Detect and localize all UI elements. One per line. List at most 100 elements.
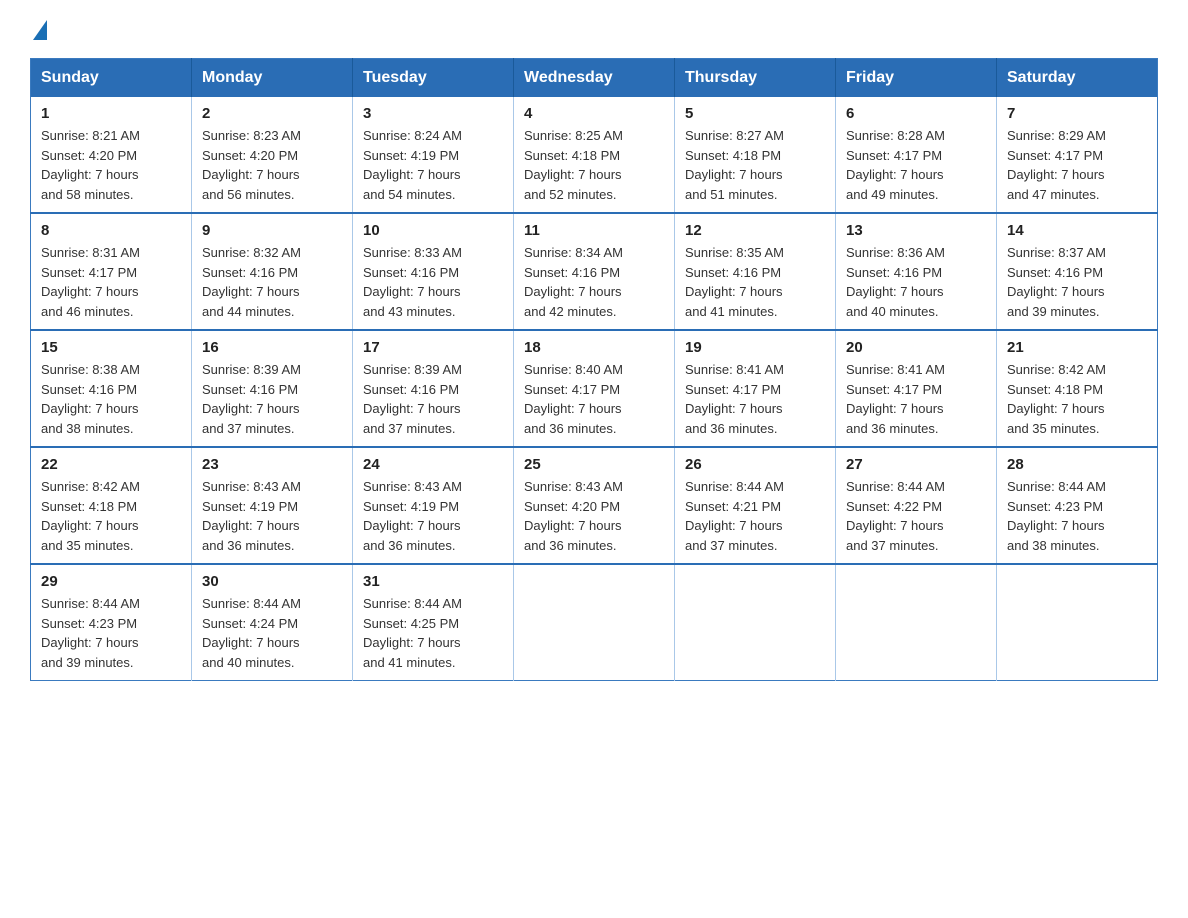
day-number: 27 <box>846 456 986 473</box>
day-info: Sunrise: 8:39 AM Sunset: 4:16 PM Dayligh… <box>202 360 342 438</box>
calendar-body: 1 Sunrise: 8:21 AM Sunset: 4:20 PM Dayli… <box>31 97 1158 681</box>
calendar-day-cell: 6 Sunrise: 8:28 AM Sunset: 4:17 PM Dayli… <box>836 97 997 213</box>
calendar-day-cell: 15 Sunrise: 8:38 AM Sunset: 4:16 PM Dayl… <box>31 330 192 447</box>
weekday-header-tuesday: Tuesday <box>353 59 514 98</box>
day-number: 20 <box>846 339 986 356</box>
day-number: 21 <box>1007 339 1147 356</box>
calendar-day-cell: 31 Sunrise: 8:44 AM Sunset: 4:25 PM Dayl… <box>353 564 514 681</box>
day-info: Sunrise: 8:39 AM Sunset: 4:16 PM Dayligh… <box>363 360 503 438</box>
weekday-header-wednesday: Wednesday <box>514 59 675 98</box>
calendar-day-cell: 4 Sunrise: 8:25 AM Sunset: 4:18 PM Dayli… <box>514 97 675 213</box>
day-number: 2 <box>202 105 342 122</box>
calendar-day-cell: 16 Sunrise: 8:39 AM Sunset: 4:16 PM Dayl… <box>192 330 353 447</box>
day-info: Sunrise: 8:34 AM Sunset: 4:16 PM Dayligh… <box>524 243 664 321</box>
calendar-day-cell: 5 Sunrise: 8:27 AM Sunset: 4:18 PM Dayli… <box>675 97 836 213</box>
calendar-header: SundayMondayTuesdayWednesdayThursdayFrid… <box>31 59 1158 98</box>
calendar-day-cell: 8 Sunrise: 8:31 AM Sunset: 4:17 PM Dayli… <box>31 213 192 330</box>
day-number: 11 <box>524 222 664 239</box>
logo <box>30 20 47 40</box>
calendar-day-cell: 24 Sunrise: 8:43 AM Sunset: 4:19 PM Dayl… <box>353 447 514 564</box>
day-number: 19 <box>685 339 825 356</box>
day-info: Sunrise: 8:42 AM Sunset: 4:18 PM Dayligh… <box>1007 360 1147 438</box>
calendar-table: SundayMondayTuesdayWednesdayThursdayFrid… <box>30 58 1158 681</box>
day-number: 12 <box>685 222 825 239</box>
day-number: 4 <box>524 105 664 122</box>
day-info: Sunrise: 8:40 AM Sunset: 4:17 PM Dayligh… <box>524 360 664 438</box>
day-info: Sunrise: 8:25 AM Sunset: 4:18 PM Dayligh… <box>524 126 664 204</box>
calendar-day-cell: 26 Sunrise: 8:44 AM Sunset: 4:21 PM Dayl… <box>675 447 836 564</box>
day-info: Sunrise: 8:41 AM Sunset: 4:17 PM Dayligh… <box>846 360 986 438</box>
day-info: Sunrise: 8:44 AM Sunset: 4:21 PM Dayligh… <box>685 477 825 555</box>
calendar-day-cell: 12 Sunrise: 8:35 AM Sunset: 4:16 PM Dayl… <box>675 213 836 330</box>
day-number: 30 <box>202 573 342 590</box>
day-number: 23 <box>202 456 342 473</box>
day-info: Sunrise: 8:29 AM Sunset: 4:17 PM Dayligh… <box>1007 126 1147 204</box>
calendar-day-cell: 1 Sunrise: 8:21 AM Sunset: 4:20 PM Dayli… <box>31 97 192 213</box>
day-number: 1 <box>41 105 181 122</box>
day-info: Sunrise: 8:27 AM Sunset: 4:18 PM Dayligh… <box>685 126 825 204</box>
day-number: 25 <box>524 456 664 473</box>
calendar-day-cell: 18 Sunrise: 8:40 AM Sunset: 4:17 PM Dayl… <box>514 330 675 447</box>
day-number: 8 <box>41 222 181 239</box>
day-info: Sunrise: 8:24 AM Sunset: 4:19 PM Dayligh… <box>363 126 503 204</box>
calendar-week-row: 1 Sunrise: 8:21 AM Sunset: 4:20 PM Dayli… <box>31 97 1158 213</box>
day-info: Sunrise: 8:41 AM Sunset: 4:17 PM Dayligh… <box>685 360 825 438</box>
calendar-day-cell: 11 Sunrise: 8:34 AM Sunset: 4:16 PM Dayl… <box>514 213 675 330</box>
calendar-week-row: 8 Sunrise: 8:31 AM Sunset: 4:17 PM Dayli… <box>31 213 1158 330</box>
day-info: Sunrise: 8:35 AM Sunset: 4:16 PM Dayligh… <box>685 243 825 321</box>
weekday-header-thursday: Thursday <box>675 59 836 98</box>
weekday-header-saturday: Saturday <box>997 59 1158 98</box>
calendar-day-cell <box>836 564 997 681</box>
calendar-day-cell: 21 Sunrise: 8:42 AM Sunset: 4:18 PM Dayl… <box>997 330 1158 447</box>
day-info: Sunrise: 8:31 AM Sunset: 4:17 PM Dayligh… <box>41 243 181 321</box>
day-number: 6 <box>846 105 986 122</box>
day-number: 29 <box>41 573 181 590</box>
day-info: Sunrise: 8:44 AM Sunset: 4:23 PM Dayligh… <box>41 594 181 672</box>
day-number: 15 <box>41 339 181 356</box>
calendar-day-cell: 28 Sunrise: 8:44 AM Sunset: 4:23 PM Dayl… <box>997 447 1158 564</box>
calendar-day-cell <box>675 564 836 681</box>
day-info: Sunrise: 8:43 AM Sunset: 4:19 PM Dayligh… <box>202 477 342 555</box>
header <box>30 20 1158 40</box>
day-info: Sunrise: 8:42 AM Sunset: 4:18 PM Dayligh… <box>41 477 181 555</box>
day-info: Sunrise: 8:44 AM Sunset: 4:25 PM Dayligh… <box>363 594 503 672</box>
day-number: 28 <box>1007 456 1147 473</box>
calendar-day-cell: 2 Sunrise: 8:23 AM Sunset: 4:20 PM Dayli… <box>192 97 353 213</box>
day-info: Sunrise: 8:43 AM Sunset: 4:19 PM Dayligh… <box>363 477 503 555</box>
calendar-day-cell: 20 Sunrise: 8:41 AM Sunset: 4:17 PM Dayl… <box>836 330 997 447</box>
calendar-day-cell: 7 Sunrise: 8:29 AM Sunset: 4:17 PM Dayli… <box>997 97 1158 213</box>
day-number: 26 <box>685 456 825 473</box>
calendar-week-row: 15 Sunrise: 8:38 AM Sunset: 4:16 PM Dayl… <box>31 330 1158 447</box>
day-info: Sunrise: 8:36 AM Sunset: 4:16 PM Dayligh… <box>846 243 986 321</box>
day-number: 10 <box>363 222 503 239</box>
day-info: Sunrise: 8:43 AM Sunset: 4:20 PM Dayligh… <box>524 477 664 555</box>
day-info: Sunrise: 8:32 AM Sunset: 4:16 PM Dayligh… <box>202 243 342 321</box>
day-info: Sunrise: 8:44 AM Sunset: 4:22 PM Dayligh… <box>846 477 986 555</box>
weekday-header-sunday: Sunday <box>31 59 192 98</box>
calendar-day-cell: 23 Sunrise: 8:43 AM Sunset: 4:19 PM Dayl… <box>192 447 353 564</box>
calendar-day-cell: 30 Sunrise: 8:44 AM Sunset: 4:24 PM Dayl… <box>192 564 353 681</box>
day-number: 9 <box>202 222 342 239</box>
weekday-header-friday: Friday <box>836 59 997 98</box>
day-info: Sunrise: 8:37 AM Sunset: 4:16 PM Dayligh… <box>1007 243 1147 321</box>
calendar-week-row: 22 Sunrise: 8:42 AM Sunset: 4:18 PM Dayl… <box>31 447 1158 564</box>
day-info: Sunrise: 8:44 AM Sunset: 4:24 PM Dayligh… <box>202 594 342 672</box>
day-info: Sunrise: 8:28 AM Sunset: 4:17 PM Dayligh… <box>846 126 986 204</box>
day-number: 24 <box>363 456 503 473</box>
calendar-day-cell: 10 Sunrise: 8:33 AM Sunset: 4:16 PM Dayl… <box>353 213 514 330</box>
day-number: 13 <box>846 222 986 239</box>
logo-arrow-icon <box>33 20 47 40</box>
day-number: 18 <box>524 339 664 356</box>
day-number: 17 <box>363 339 503 356</box>
day-number: 7 <box>1007 105 1147 122</box>
day-info: Sunrise: 8:33 AM Sunset: 4:16 PM Dayligh… <box>363 243 503 321</box>
calendar-day-cell <box>997 564 1158 681</box>
calendar-day-cell: 25 Sunrise: 8:43 AM Sunset: 4:20 PM Dayl… <box>514 447 675 564</box>
calendar-day-cell: 29 Sunrise: 8:44 AM Sunset: 4:23 PM Dayl… <box>31 564 192 681</box>
calendar-day-cell: 19 Sunrise: 8:41 AM Sunset: 4:17 PM Dayl… <box>675 330 836 447</box>
day-number: 16 <box>202 339 342 356</box>
day-number: 22 <box>41 456 181 473</box>
calendar-week-row: 29 Sunrise: 8:44 AM Sunset: 4:23 PM Dayl… <box>31 564 1158 681</box>
day-info: Sunrise: 8:23 AM Sunset: 4:20 PM Dayligh… <box>202 126 342 204</box>
calendar-day-cell: 17 Sunrise: 8:39 AM Sunset: 4:16 PM Dayl… <box>353 330 514 447</box>
